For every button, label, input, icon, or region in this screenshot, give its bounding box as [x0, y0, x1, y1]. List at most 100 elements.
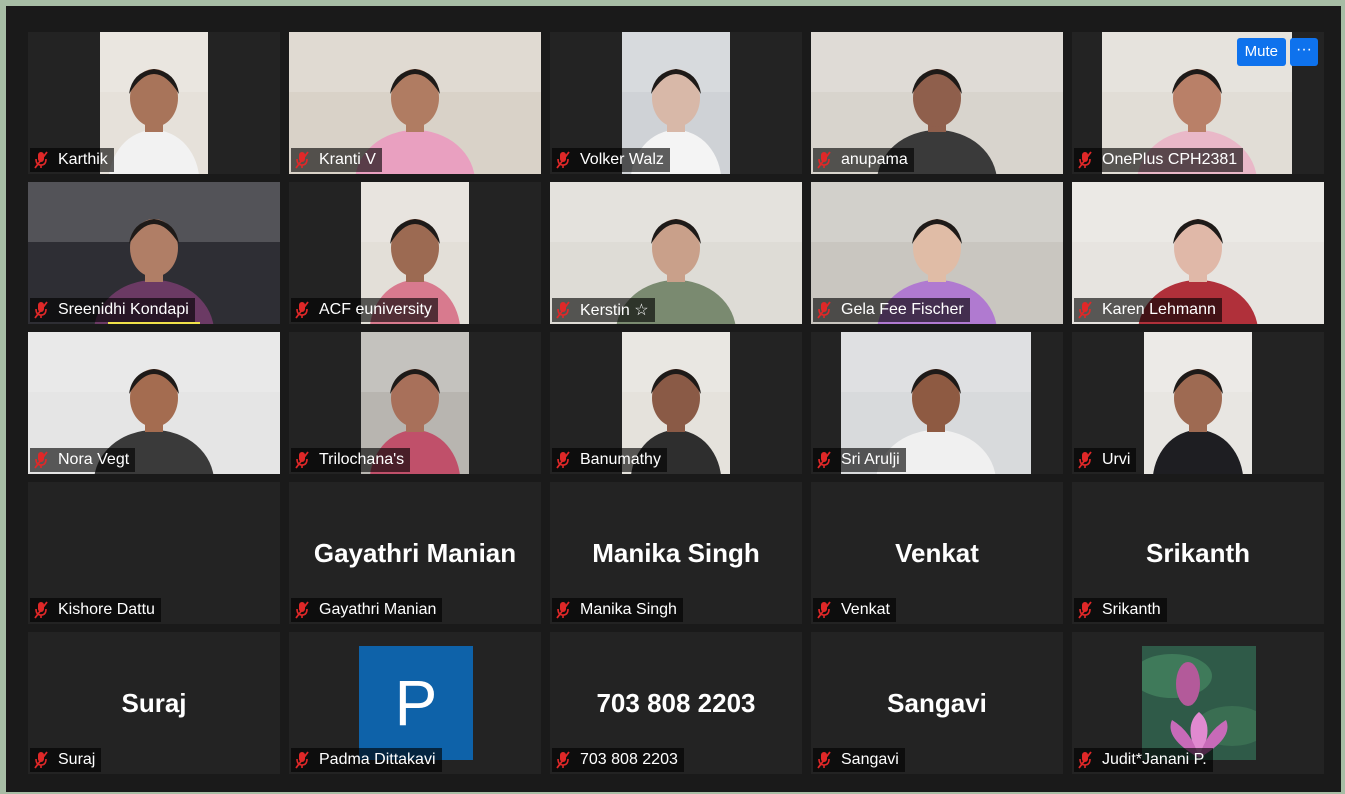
- participant-name-tag: Kishore Dattu: [30, 598, 161, 622]
- participant-tile[interactable]: Sreenidhi Kondapi: [28, 182, 280, 324]
- participant-name: Volker Walz: [580, 151, 664, 168]
- participant-video: [1144, 332, 1252, 474]
- participant-name-tag: Suraj: [30, 748, 102, 772]
- participant-video: [100, 32, 208, 174]
- participant-display-name: Gayathri Manian: [313, 538, 517, 568]
- participant-name: Urvi: [1102, 451, 1131, 468]
- mic-muted-icon: [556, 151, 580, 169]
- mic-muted-icon: [817, 451, 841, 469]
- participant-tile[interactable]: OnePlus CPH2381 Mute ···: [1072, 32, 1324, 174]
- mic-muted-icon: [295, 151, 319, 169]
- mic-muted-icon: [34, 601, 58, 619]
- mic-muted-icon: [34, 451, 58, 469]
- participant-name: 703 808 2203: [580, 751, 678, 768]
- mic-muted-icon: [34, 301, 58, 319]
- participant-name: anupama: [841, 151, 908, 168]
- participant-tile[interactable]: Karthik: [28, 32, 280, 174]
- participant-name: Karthik: [58, 151, 108, 168]
- participant-name: Suraj: [58, 751, 96, 768]
- participant-name: Sreenidhi Kondapi: [58, 301, 189, 318]
- participant-name-tag: Banumathy: [552, 448, 667, 472]
- participant-display-name: Manika Singh: [592, 538, 760, 568]
- participant-display-name: Sangavi: [887, 688, 987, 718]
- mic-muted-icon: [295, 301, 319, 319]
- mic-muted-icon: [556, 601, 580, 619]
- participant-name-tag: Padma Dittakavi: [291, 748, 442, 772]
- participant-display-name: 703 808 2203: [596, 688, 756, 718]
- participant-name-tag: Karen Lehmann: [1074, 298, 1222, 322]
- participant-name-tag: Gayathri Manian: [291, 598, 443, 622]
- participant-name: Manika Singh: [580, 601, 677, 618]
- participant-tile[interactable]: Banumathy: [550, 332, 802, 474]
- participant-tile[interactable]: 703 808 2203 703 808 2203: [550, 632, 802, 774]
- participant-tile[interactable]: Urvi: [1072, 332, 1324, 474]
- mic-muted-icon: [1078, 601, 1102, 619]
- participant-name-tag: anupama: [813, 148, 914, 172]
- participant-grid: Karthik Kranti V Volker Walz anupama One…: [6, 6, 1341, 792]
- participant-name: Sri Arulji: [841, 451, 900, 468]
- participant-name: Padma Dittakavi: [319, 751, 436, 768]
- mic-muted-icon: [556, 301, 580, 319]
- participant-name-tag: Urvi: [1074, 448, 1137, 472]
- participant-name-tag: Kranti V: [291, 148, 382, 172]
- participant-name: Trilochana's: [319, 451, 405, 468]
- mic-muted-icon: [34, 151, 58, 169]
- mic-muted-icon: [556, 451, 580, 469]
- ellipsis-icon[interactable]: ···: [1290, 38, 1318, 66]
- participant-name-tag: Sreenidhi Kondapi: [30, 298, 195, 322]
- participant-tile[interactable]: Kerstin ☆: [550, 182, 802, 324]
- mic-muted-icon: [1078, 301, 1102, 319]
- zoom-gallery-window: Karthik Kranti V Volker Walz anupama One…: [6, 6, 1341, 792]
- participant-tile[interactable]: Kranti V: [289, 32, 541, 174]
- mic-muted-icon: [817, 751, 841, 769]
- participant-name-tag: Sri Arulji: [813, 448, 906, 472]
- participant-tile[interactable]: ACF euniversity: [289, 182, 541, 324]
- participant-tile[interactable]: Gayathri Manian Gayathri Manian: [289, 482, 541, 624]
- participant-name-tag: Venkat: [813, 598, 896, 622]
- participant-name: Judit*Janani P.: [1102, 751, 1207, 768]
- participant-name: Sangavi: [841, 751, 899, 768]
- participant-tile[interactable]: Venkat Venkat: [811, 482, 1063, 624]
- participant-tile[interactable]: Nora Vegt: [28, 332, 280, 474]
- participant-tile[interactable]: Karen Lehmann: [1072, 182, 1324, 324]
- participant-tile[interactable]: Trilochana's: [289, 332, 541, 474]
- participant-name: Kerstin ☆: [580, 302, 649, 319]
- participant-tile[interactable]: Judit*Janani P.: [1072, 632, 1324, 774]
- participant-tile[interactable]: P Padma Dittakavi: [289, 632, 541, 774]
- participant-name-tag: Kerstin ☆: [552, 298, 655, 322]
- participant-tile[interactable]: Volker Walz: [550, 32, 802, 174]
- participant-tile[interactable]: Suraj Suraj: [28, 632, 280, 774]
- participant-name: Karen Lehmann: [1102, 301, 1216, 318]
- participant-name: Kranti V: [319, 151, 376, 168]
- mic-muted-icon: [817, 151, 841, 169]
- participant-tile[interactable]: Manika Singh Manika Singh: [550, 482, 802, 624]
- participant-name: Srikanth: [1102, 601, 1161, 618]
- participant-name-tag: Manika Singh: [552, 598, 683, 622]
- participant-name-tag: Karthik: [30, 148, 114, 172]
- participant-avatar: P: [359, 646, 473, 760]
- mic-muted-icon: [34, 751, 58, 769]
- participant-display-name: Srikanth: [1145, 538, 1251, 568]
- active-speaker-indicator: [108, 322, 200, 324]
- mic-muted-icon: [817, 601, 841, 619]
- mic-muted-icon: [1078, 151, 1102, 169]
- participant-name-tag: Judit*Janani P.: [1074, 748, 1213, 772]
- participant-tile[interactable]: anupama: [811, 32, 1063, 174]
- mic-muted-icon: [295, 451, 319, 469]
- participant-name: Venkat: [841, 601, 890, 618]
- mute-participant-button[interactable]: Mute: [1236, 38, 1286, 66]
- mic-muted-icon: [817, 301, 841, 319]
- participant-name-tag: Gela Fee Fischer: [813, 298, 970, 322]
- participant-name-tag: 703 808 2203: [552, 748, 684, 772]
- participant-tile[interactable]: Sangavi Sangavi: [811, 632, 1063, 774]
- mic-muted-icon: [1078, 751, 1102, 769]
- participant-name: ACF euniversity: [319, 301, 432, 318]
- participant-name: Banumathy: [580, 451, 661, 468]
- participant-tile[interactable]: Kishore Dattu: [28, 482, 280, 624]
- mic-muted-icon: [1078, 451, 1102, 469]
- participant-tile[interactable]: Sri Arulji: [811, 332, 1063, 474]
- participant-name: Nora Vegt: [58, 451, 130, 468]
- participant-tile[interactable]: Srikanth Srikanth: [1072, 482, 1324, 624]
- mic-muted-icon: [295, 601, 319, 619]
- participant-tile[interactable]: Gela Fee Fischer: [811, 182, 1063, 324]
